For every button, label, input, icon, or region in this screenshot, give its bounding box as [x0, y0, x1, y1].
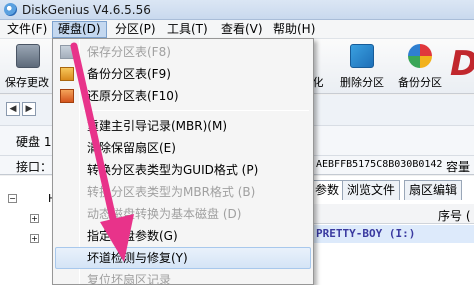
partition-name: PRETTY-BOY (I:): [316, 227, 416, 240]
menu-item-reset-bad-sectors[interactable]: 复位坏扇区记录: [55, 269, 311, 285]
table-row[interactable]: PRETTY-BOY (I:): [310, 225, 474, 243]
delete-partition-label: 删除分区: [340, 76, 384, 89]
disk-menu-dropdown: 保存分区表(F8) 备份分区表(F9) 还原分区表(F10) 重建主引导记录(M…: [52, 38, 314, 285]
menu-item-convert-to-guid[interactable]: 转换分区表类型为GUID格式 (P): [55, 159, 311, 181]
tab-browse-files[interactable]: 浏览文件: [342, 180, 401, 200]
menu-partition[interactable]: 分区(P): [110, 21, 161, 38]
menu-bar: 文件(F) 硬盘(D) 分区(P) 工具(T) 查看(V) 帮助(H): [0, 20, 474, 39]
delete-partition-icon: [350, 44, 374, 68]
backup-partition-icon: [408, 44, 432, 68]
menu-view[interactable]: 查看(V): [216, 21, 268, 38]
tab-params[interactable]: 参数: [310, 180, 345, 200]
disk-label: 硬盘 1: [16, 135, 52, 149]
title-bar: DiskGenius V4.6.5.56: [0, 0, 474, 20]
save-changes-label: 保存更改: [5, 76, 49, 89]
disk-serial: AEBFFB5175C8B030B0142: [316, 159, 443, 170]
column-header: 序号 (: [310, 204, 474, 224]
menu-item-restore-partition-table[interactable]: 还原分区表(F10): [55, 85, 311, 107]
brand-logo-icon: D: [450, 44, 474, 84]
nav-forward-icon[interactable]: ▶: [22, 102, 36, 116]
save-disk-icon: [16, 44, 40, 68]
restore-icon: [60, 89, 74, 103]
backup-icon: [60, 67, 74, 81]
backup-partition-label: 备份分区: [398, 76, 442, 89]
menu-item-rebuild-mbr[interactable]: 重建主引导记录(MBR)(M): [55, 115, 311, 137]
backup-partition-button[interactable]: 备份分区: [392, 42, 448, 92]
delete-partition-button[interactable]: 删除分区: [334, 42, 390, 92]
tree-expand-icon[interactable]: +: [30, 234, 39, 243]
tree-collapse-icon[interactable]: −: [8, 194, 17, 203]
save-changes-button[interactable]: 保存更改: [2, 42, 52, 92]
panel-tabs: 参数 浏览文件 扇区编辑: [310, 180, 474, 200]
menu-item-specify-disk-params[interactable]: 指定硬盘参数(G): [55, 225, 311, 247]
tree-expand-icon[interactable]: +: [30, 214, 39, 223]
menu-item-convert-to-mbr[interactable]: 转换分区表类型为MBR格式 (B): [55, 181, 311, 203]
menu-item-save-partition-table[interactable]: 保存分区表(F8): [55, 41, 311, 63]
menu-help[interactable]: 帮助(H): [268, 21, 320, 38]
menu-tools[interactable]: 工具(T): [162, 21, 213, 38]
menu-file[interactable]: 文件(F): [2, 21, 52, 38]
tab-sector-edit[interactable]: 扇区编辑: [404, 180, 463, 200]
app-icon: [4, 3, 17, 16]
partition-panel: 参数 浏览文件 扇区编辑 序号 ( PRETTY-BOY (I:): [310, 176, 474, 285]
menu-item-clear-reserved-sectors[interactable]: 清除保留扇区(E): [55, 137, 311, 159]
capacity-label: 容量: [446, 160, 471, 174]
column-index-header[interactable]: 序号 (: [438, 207, 471, 224]
menu-item-backup-partition-table[interactable]: 备份分区表(F9): [55, 63, 311, 85]
menu-separator: [83, 110, 309, 111]
save-icon: [60, 45, 74, 59]
window-title: DiskGenius V4.6.5.56: [22, 3, 151, 17]
menu-disk[interactable]: 硬盘(D): [52, 21, 107, 38]
menu-item-dynamic-to-basic[interactable]: 动态磁盘转换为基本磁盘 (D): [55, 203, 311, 225]
menu-item-bad-sector-check[interactable]: 坏道检测与修复(Y): [55, 247, 311, 269]
nav-back-icon[interactable]: ◀: [6, 102, 20, 116]
